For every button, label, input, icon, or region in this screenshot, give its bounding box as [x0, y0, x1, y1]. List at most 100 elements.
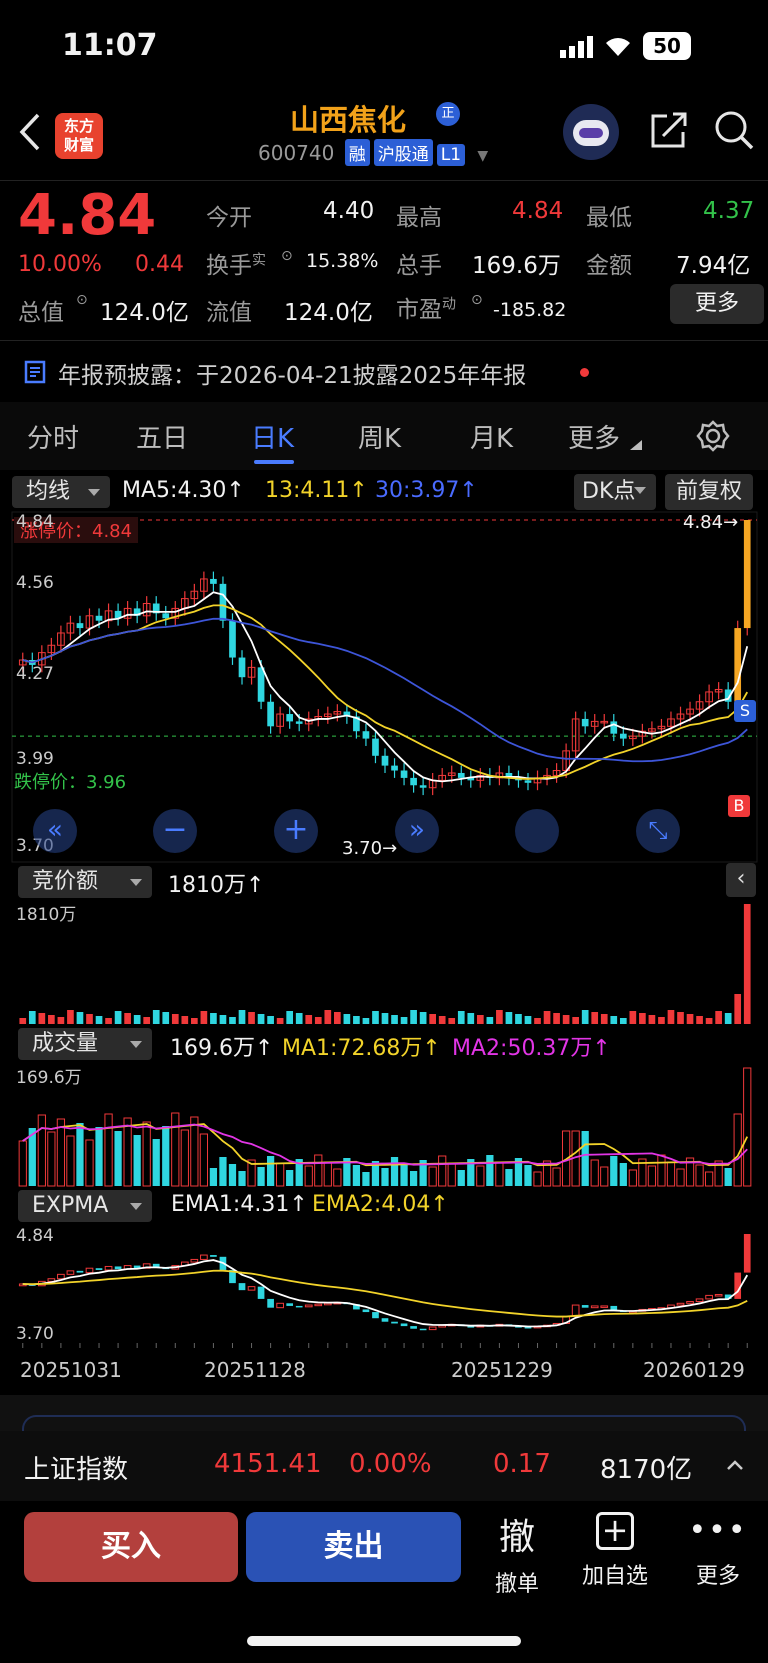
candle-body: [419, 785, 427, 788]
expma-candle: [210, 1255, 217, 1257]
mcap-info-icon[interactable]: ⊙: [76, 292, 88, 308]
volume-bar: [505, 1169, 513, 1186]
expma-candle: [114, 1266, 122, 1270]
volume-bar: [352, 1165, 361, 1186]
tab-more[interactable]: 更多: [568, 418, 620, 455]
notice-bar[interactable]: 年报预披露：于2026-04-21披露2025年年报: [0, 342, 768, 400]
auction-bar: [486, 1017, 494, 1024]
auction-select[interactable]: 竞价额: [18, 866, 152, 898]
more-label: 更多: [695, 1564, 740, 1589]
volume-bar: [123, 1117, 132, 1187]
document-icon: [24, 360, 46, 384]
auction-bar: [391, 1015, 398, 1024]
auction-bar: [724, 1013, 732, 1024]
stock-code-row[interactable]: 600740 融沪股通 L1 ▼: [258, 139, 488, 166]
cancel-order-button[interactable]: 撤 撤单: [488, 1508, 546, 1598]
expma-chart: [18, 1234, 751, 1348]
cancel-label: 撤单: [494, 1572, 539, 1597]
more-button[interactable]: 更多: [670, 284, 764, 324]
stock-name: 山西焦化: [290, 103, 407, 137]
ma5-value: MA5:4.30↑: [122, 478, 245, 503]
buy-button[interactable]: 买入: [24, 1512, 238, 1582]
volume-bar: [676, 1168, 685, 1187]
candle-body: [457, 772, 465, 778]
share-icon[interactable]: [649, 110, 689, 150]
tab-monthly-k[interactable]: 月K: [470, 418, 513, 455]
tab-weekly-k[interactable]: 周K: [358, 418, 401, 455]
auction-bar: [57, 1017, 65, 1024]
auction-bar: [448, 1018, 456, 1024]
volume-bar: [190, 1116, 199, 1187]
auction-bar: [162, 1012, 170, 1024]
volume-bar: [142, 1121, 151, 1187]
volume-select[interactable]: 成交量: [18, 1028, 152, 1060]
search-icon[interactable]: [713, 109, 755, 151]
expma-candle: [410, 1326, 417, 1329]
expma-candle: [66, 1270, 75, 1275]
index-bar[interactable]: 上证指数 4151.41 0.00% 0.17 8170亿: [0, 1431, 768, 1501]
tab-intraday[interactable]: 分时: [27, 418, 79, 455]
collapse-panel-icon[interactable]: ‹: [726, 863, 756, 897]
indicator-select[interactable]: 均线: [12, 476, 110, 508]
candle-body: [524, 780, 532, 783]
add-watchlist-button[interactable]: + 加自选: [575, 1512, 655, 1590]
candle-body: [619, 733, 627, 739]
volume-bar: [704, 1171, 714, 1187]
scroll-right-icon[interactable]: »: [395, 809, 439, 853]
volume-bar: [104, 1113, 113, 1187]
volume-bar: [400, 1164, 408, 1186]
assistant-avatar[interactable]: [563, 104, 619, 160]
dots-icon: •••: [688, 1513, 748, 1548]
pe-info-icon[interactable]: ⊙: [471, 292, 483, 308]
float-value: 124.0亿: [284, 300, 373, 326]
auction-bar: [381, 1013, 389, 1024]
candle-body: [295, 721, 303, 724]
battery-icon: 50: [643, 32, 691, 60]
auction-bar: [191, 1018, 198, 1024]
expma-candle: [238, 1283, 246, 1291]
zoom-out-icon[interactable]: −: [153, 809, 197, 853]
info-icon[interactable]: ⊙: [281, 248, 293, 264]
expma-candle: [571, 1304, 580, 1317]
app-logo: 东方 财富: [55, 113, 103, 159]
sell-button[interactable]: 卖出: [246, 1512, 461, 1582]
chevron-down-icon: ▼: [477, 148, 489, 164]
reset-icon[interactable]: [515, 809, 559, 853]
dk-point-button[interactable]: DK点: [574, 474, 656, 510]
more-actions-button[interactable]: ••• 更多: [688, 1512, 748, 1590]
expma-select[interactable]: EXPMA: [18, 1190, 152, 1222]
auction-bar: [658, 1017, 665, 1024]
volume-bar: [657, 1154, 666, 1187]
tab-daily-k[interactable]: 日K: [251, 418, 294, 455]
fullscreen-icon[interactable]: ⤡: [636, 809, 680, 853]
back-icon[interactable]: [18, 113, 42, 151]
auction-bar: [105, 1018, 112, 1024]
adjust-button[interactable]: 前复权: [665, 474, 753, 510]
auction-bar: [124, 1013, 131, 1024]
candle-body: [362, 731, 370, 739]
auction-bar: [171, 1014, 179, 1024]
scroll-left-icon[interactable]: «: [33, 809, 77, 853]
auction-bar: [572, 1017, 579, 1024]
volume-bar: [314, 1154, 323, 1187]
tab-five-day[interactable]: 五日: [136, 418, 188, 455]
ema1-value: EMA1:4.31↑: [171, 1192, 308, 1217]
volume-bar: [438, 1155, 447, 1187]
settings-icon[interactable]: [696, 419, 730, 453]
expma-candle: [400, 1323, 408, 1327]
volume-bar: [95, 1127, 103, 1186]
expma-candle: [686, 1301, 694, 1304]
x-date-1: 20251031: [20, 1358, 122, 1382]
expma-candle: [104, 1265, 113, 1271]
volume-bar: [619, 1163, 627, 1186]
auction-bar: [600, 1014, 608, 1024]
zoom-in-icon[interactable]: +: [274, 809, 318, 853]
expma-candle: [676, 1302, 685, 1306]
candle-body: [734, 628, 742, 702]
expma-candle: [428, 1326, 437, 1331]
status-bar: 11:07 50: [0, 0, 768, 95]
volume-bar: [286, 1170, 294, 1186]
x-date-2: 20251128: [204, 1358, 306, 1382]
volume-bar: [447, 1162, 456, 1187]
expma-candle: [381, 1318, 389, 1322]
